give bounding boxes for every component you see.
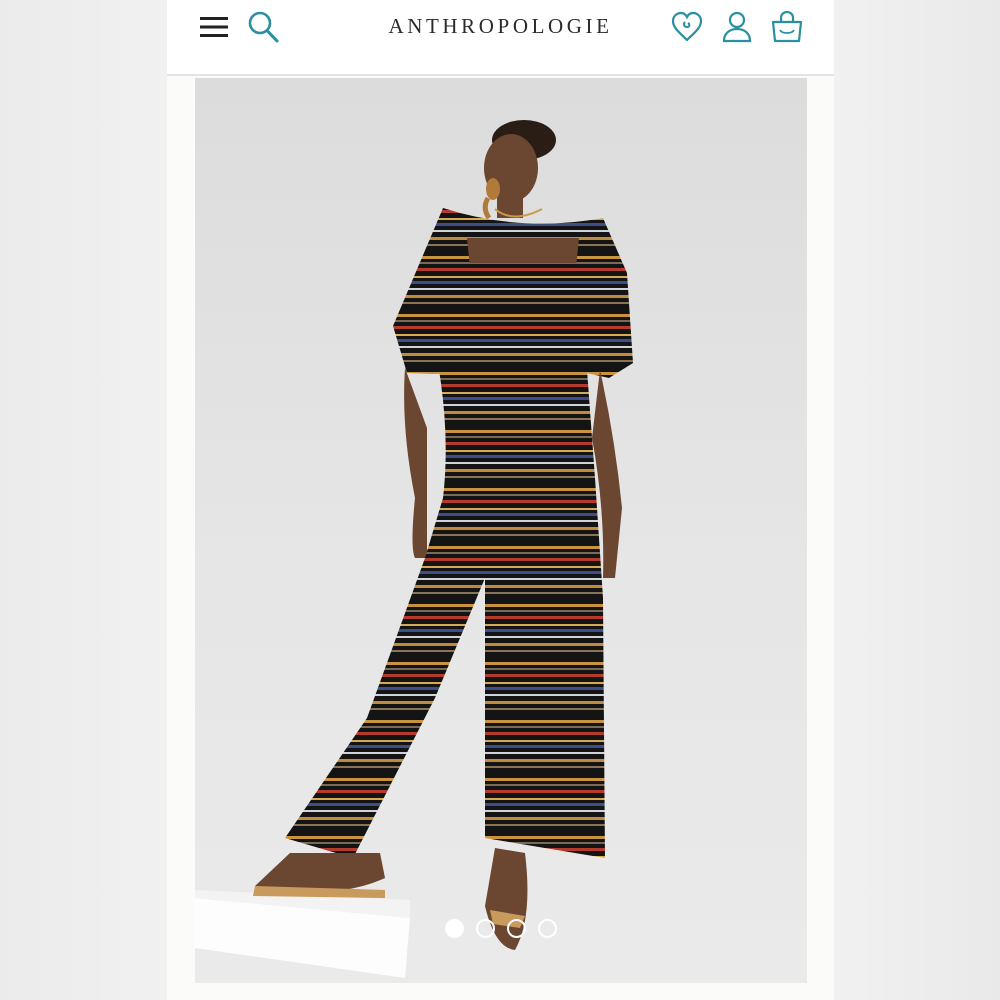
right-background [834, 0, 1000, 1000]
product-image[interactable] [195, 78, 807, 983]
site-header: ANTHROPOLOGIE [167, 0, 834, 76]
carousel-dot-2[interactable] [476, 918, 495, 938]
search-icon[interactable] [245, 8, 281, 46]
hamburger-menu-icon[interactable] [197, 10, 231, 44]
shopping-bag-icon[interactable] [769, 8, 805, 46]
brand-logo[interactable]: ANTHROPOLOGIE [388, 14, 612, 38]
carousel-dot-4[interactable] [538, 918, 557, 938]
carousel-dot-3[interactable] [507, 918, 526, 938]
carousel-dots [445, 918, 565, 938]
user-icon[interactable] [720, 8, 754, 46]
left-background [0, 0, 167, 1000]
carousel-dot-1[interactable] [445, 918, 464, 938]
heart-icon[interactable] [670, 8, 704, 46]
mobile-screen: ANTHROPOLOGIE [167, 0, 834, 1000]
